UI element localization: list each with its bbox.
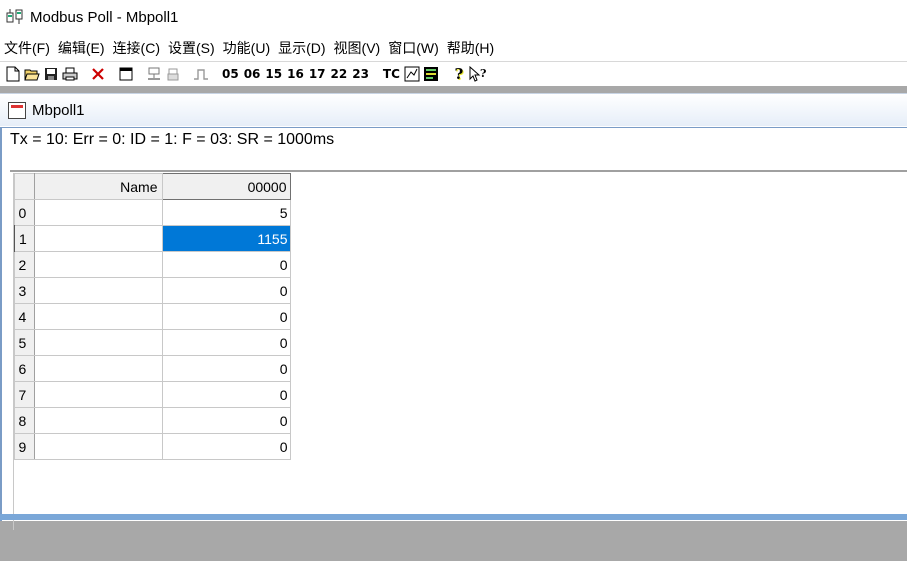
window-icon[interactable]: [117, 64, 135, 84]
menu-connection[interactable]: 连接(C): [112, 37, 167, 59]
tc-button[interactable]: TC: [381, 64, 402, 84]
child-window[interactable]: Mbpoll1 Tx = 10: Err = 0: ID = 1: F = 03…: [0, 93, 907, 530]
register-grid: Name 00000 0 5 1 1155 2 0 3 0 4 0 5 0 6 …: [13, 173, 291, 460]
row-header[interactable]: 5: [13, 329, 35, 356]
menu-help[interactable]: 帮助(H): [446, 37, 501, 59]
mdi-workspace: Mbpoll1 Tx = 10: Err = 0: ID = 1: F = 03…: [0, 86, 907, 561]
row-header[interactable]: 8: [13, 407, 35, 434]
toolbar-separator: [140, 64, 141, 83]
fc-22-button[interactable]: 22: [329, 64, 350, 84]
menu-bar: 文件(F) 编辑(E) 连接(C) 设置(S) 功能(U) 显示(D) 视图(V…: [0, 36, 907, 60]
fc-23-button[interactable]: 23: [350, 64, 371, 84]
name-cell[interactable]: [33, 329, 163, 356]
window-title: Modbus Poll - Mbpoll1: [30, 8, 179, 26]
status-divider: [10, 170, 907, 172]
toolbar: 05 06 15 16 17 22 23 TC ? ?: [0, 61, 907, 85]
name-column-header[interactable]: Name: [33, 173, 163, 200]
value-cell[interactable]: 0: [161, 381, 291, 408]
delete-icon[interactable]: [89, 64, 107, 84]
menu-display[interactable]: 显示(D): [277, 37, 332, 59]
name-cell[interactable]: [33, 355, 163, 382]
value-column-header[interactable]: 00000: [161, 173, 291, 200]
row-header[interactable]: 1: [13, 225, 35, 252]
table-row: 7 0: [13, 381, 291, 408]
value-cell[interactable]: 0: [161, 277, 291, 304]
value-cell[interactable]: 0: [161, 329, 291, 356]
fc-16-button[interactable]: 16: [285, 64, 306, 84]
row-header[interactable]: 9: [13, 433, 35, 460]
child-window-bottom-border: [0, 514, 907, 520]
communication-icon[interactable]: [422, 64, 440, 84]
fc-05-button[interactable]: 05: [220, 64, 241, 84]
menu-view[interactable]: 视图(V): [333, 37, 388, 59]
disconnect-icon[interactable]: [164, 64, 182, 84]
value-cell[interactable]: 0: [161, 251, 291, 278]
row-header[interactable]: 4: [13, 303, 35, 330]
table-row: 1 1155: [13, 225, 291, 252]
name-cell[interactable]: [33, 225, 163, 252]
toolbar-separator: [84, 64, 85, 83]
status-line: Tx = 10: Err = 0: ID = 1: F = 03: SR = 1…: [10, 131, 335, 148]
help-icon[interactable]: ?: [450, 64, 468, 84]
name-cell[interactable]: [33, 251, 163, 278]
context-help-icon[interactable]: ?: [469, 64, 487, 84]
modbus-app-icon: [6, 8, 24, 26]
table-row: 5 0: [13, 329, 291, 356]
toolbar-separator: [187, 64, 188, 83]
table-row: 8 0: [13, 407, 291, 434]
table-row: 4 0: [13, 303, 291, 330]
value-cell[interactable]: 0: [161, 303, 291, 330]
name-cell[interactable]: [33, 277, 163, 304]
value-cell-selected[interactable]: 1155: [161, 225, 291, 252]
row-header[interactable]: 7: [13, 381, 35, 408]
value-cell[interactable]: 5: [161, 199, 291, 226]
value-cell[interactable]: 0: [161, 433, 291, 460]
value-cell[interactable]: 0: [161, 407, 291, 434]
fc-06-button[interactable]: 06: [242, 64, 263, 84]
name-cell[interactable]: [33, 199, 163, 226]
table-row: 2 0: [13, 251, 291, 278]
toolbar-separator: [375, 64, 377, 83]
row-header[interactable]: 0: [13, 199, 35, 226]
connect-icon[interactable]: [145, 64, 163, 84]
title-bar: Modbus Poll - Mbpoll1: [0, 0, 907, 34]
child-client-area: Tx = 10: Err = 0: ID = 1: F = 03: SR = 1…: [0, 127, 907, 530]
fc-17-button[interactable]: 17: [307, 64, 328, 84]
table-row: 3 0: [13, 277, 291, 304]
menu-setup[interactable]: 设置(S): [167, 37, 222, 59]
save-icon[interactable]: [42, 64, 60, 84]
value-cell[interactable]: 0: [161, 355, 291, 382]
child-title: Mbpoll1: [32, 101, 85, 119]
toolbar-separator: [444, 64, 446, 83]
open-icon[interactable]: [23, 64, 41, 84]
row-header[interactable]: 2: [13, 251, 35, 278]
table-row: 0 5: [13, 199, 291, 226]
chart-icon[interactable]: [403, 64, 421, 84]
svg-text:?: ?: [480, 67, 486, 80]
table-row: 6 0: [13, 355, 291, 382]
fc-15-button[interactable]: 15: [263, 64, 284, 84]
toolbar-separator: [112, 64, 113, 83]
grid-left-border: [13, 173, 14, 530]
document-icon: [8, 101, 26, 119]
corner-cell[interactable]: [13, 173, 35, 200]
grid-header-row: Name 00000: [13, 173, 291, 200]
table-row: 9 0: [13, 433, 291, 460]
menu-edit[interactable]: 编辑(E): [57, 37, 112, 59]
menu-file[interactable]: 文件(F): [3, 37, 57, 59]
print-icon[interactable]: [61, 64, 79, 84]
row-header[interactable]: 6: [13, 355, 35, 382]
menu-window[interactable]: 窗口(W): [387, 37, 446, 59]
row-header[interactable]: 3: [13, 277, 35, 304]
name-cell[interactable]: [33, 407, 163, 434]
name-cell[interactable]: [33, 303, 163, 330]
child-title-bar[interactable]: Mbpoll1: [0, 93, 907, 126]
name-cell[interactable]: [33, 433, 163, 460]
toolbar-separator: [215, 64, 216, 83]
menu-functions[interactable]: 功能(U): [222, 37, 277, 59]
name-cell[interactable]: [33, 381, 163, 408]
pulse-icon[interactable]: [192, 64, 210, 84]
new-icon[interactable]: [4, 64, 22, 84]
